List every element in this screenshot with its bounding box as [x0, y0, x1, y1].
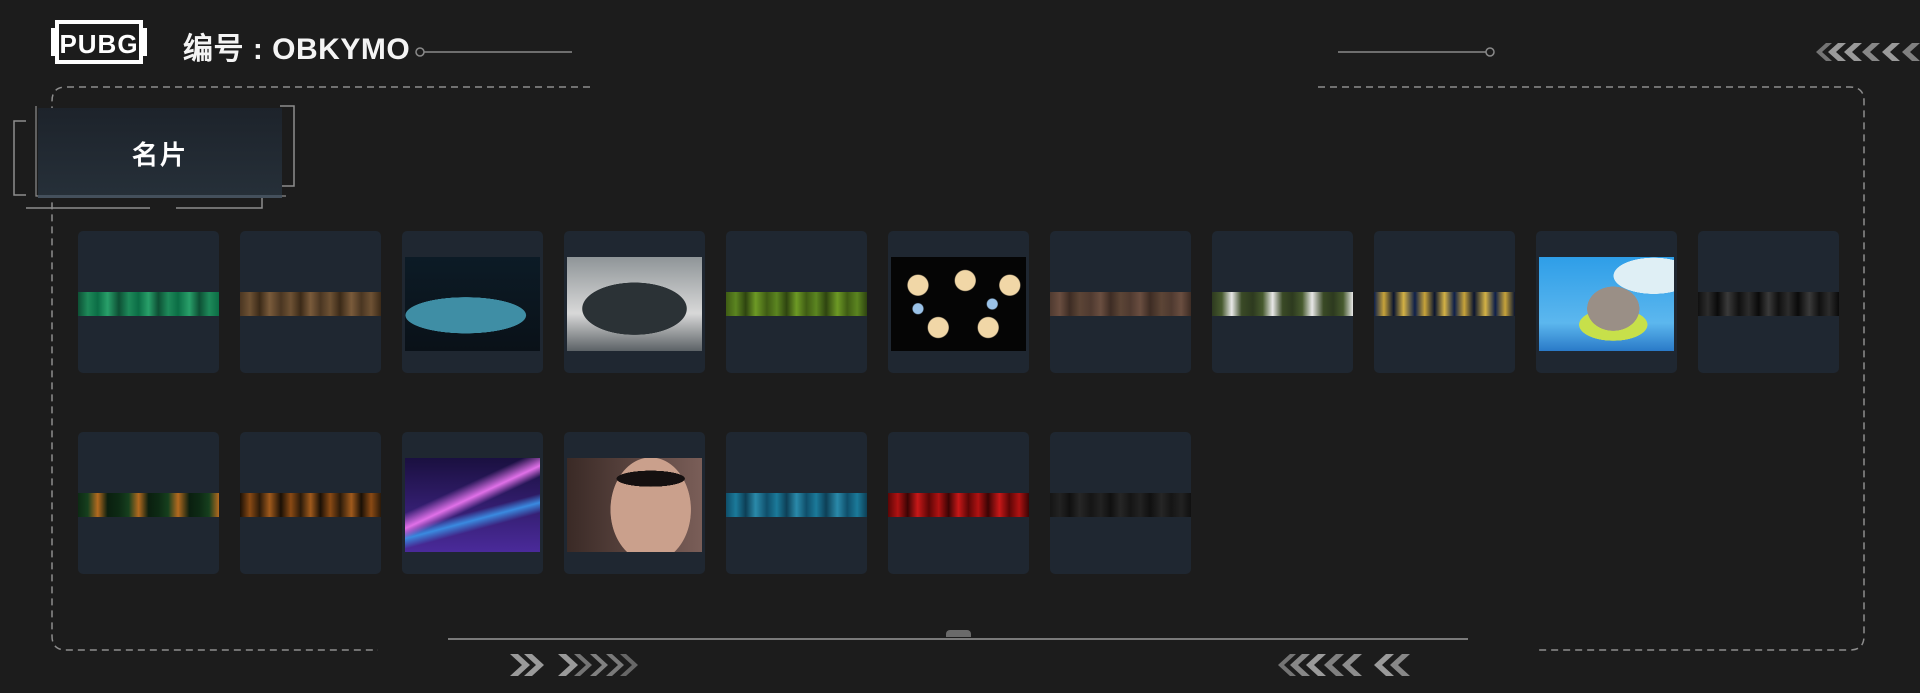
card-thumbnail — [567, 458, 702, 552]
name-card-item-seal-on-float[interactable] — [1536, 231, 1677, 373]
name-card-item-shark-mouth[interactable] — [1212, 231, 1353, 373]
pubg-logo: PUBG — [51, 18, 147, 66]
name-card-item-blue-yellow-camo[interactable] — [1374, 231, 1515, 373]
card-thumbnail — [567, 257, 702, 351]
logo-text: PUBG — [59, 29, 138, 59]
tab-label: 名片 — [131, 139, 188, 170]
card-pattern-strip — [240, 292, 381, 316]
name-card-item-red-diamonds[interactable] — [888, 432, 1029, 574]
scroll-handle[interactable] — [946, 630, 971, 637]
player-id: OBKYMO — [272, 33, 411, 66]
card-pattern-strip — [726, 292, 867, 316]
card-pattern-strip — [1050, 493, 1191, 517]
card-pattern-strip — [1050, 292, 1191, 316]
name-card-item-black-zigzag[interactable] — [1698, 231, 1839, 373]
card-pattern-strip — [78, 292, 219, 316]
card-pattern-strip — [1698, 292, 1839, 316]
card-thumbnail — [405, 257, 540, 351]
name-card-item-green-camo[interactable] — [78, 231, 219, 373]
card-thumbnail — [1539, 257, 1674, 351]
name-card-item-brown-pattern[interactable] — [240, 231, 381, 373]
id-label: 编号 : — [183, 33, 273, 66]
tab-name-card[interactable]: 名片 — [38, 108, 282, 198]
card-thumbnail — [891, 257, 1026, 351]
name-card-item-dark-texture[interactable] — [1050, 432, 1191, 574]
tab-wrapper: 名片 — [4, 100, 296, 212]
name-card-item-jungle-eye[interactable] — [78, 432, 219, 574]
name-card-item-tiger-stripes[interactable] — [240, 432, 381, 574]
name-card-item-teal-mountains[interactable] — [726, 432, 867, 574]
name-card-item-anime-girls-pattern[interactable] — [888, 231, 1029, 373]
name-card-item-brown-paws[interactable] — [1050, 231, 1191, 373]
page-title: 编号 : OBKYMO — [183, 30, 410, 70]
name-card-item-blue-sports-car[interactable] — [402, 231, 543, 373]
card-pattern-strip — [240, 493, 381, 517]
card-pattern-strip — [1212, 292, 1353, 316]
name-card-item-green-scales[interactable] — [726, 231, 867, 373]
name-card-item-neon-guitar[interactable] — [402, 432, 543, 574]
card-pattern-strip — [888, 493, 1029, 517]
card-pattern-strip — [726, 493, 867, 517]
name-card-grid — [78, 231, 1839, 574]
name-card-item-dark-supercar[interactable] — [564, 231, 705, 373]
card-pattern-strip — [1374, 292, 1515, 316]
page: PUBG 编号 : OBKYMO 名片 — [0, 0, 1920, 693]
card-pattern-strip — [78, 493, 219, 517]
card-thumbnail — [405, 458, 540, 552]
name-card-item-woman-sunglasses[interactable] — [564, 432, 705, 574]
